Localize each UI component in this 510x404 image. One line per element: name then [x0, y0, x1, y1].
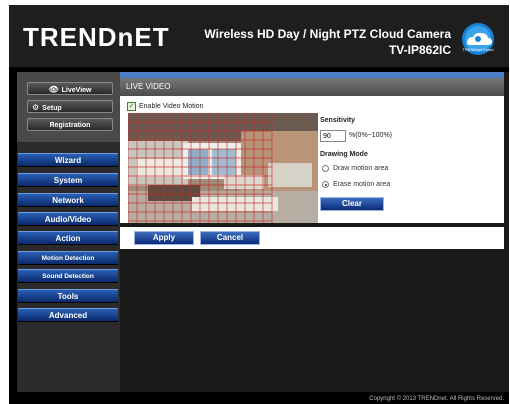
model-number: TV-IP862IC [388, 43, 451, 57]
sidebar-item-sound-detection[interactable]: Sound Detection [18, 269, 118, 283]
registration-button[interactable]: Registration [27, 118, 113, 131]
cancel-button[interactable]: Cancel [200, 231, 260, 245]
eye-icon: 👁 [48, 85, 59, 94]
sidebar-top-group: 👁 LiveView ⚙ Setup Registration [17, 72, 120, 142]
enable-motion-checkbox[interactable]: ✓ [127, 102, 136, 111]
sidebar-item-system[interactable]: System [18, 173, 118, 187]
sidebar-item-audio-video[interactable]: Audio/Video [18, 212, 118, 226]
panel-title: LIVE VIDEO [120, 78, 504, 96]
gear-icon: ⚙ [32, 103, 40, 112]
liveview-button[interactable]: 👁 LiveView [27, 82, 113, 95]
trendnet-logo: TRENDnET [23, 22, 170, 52]
setup-label: Setup [42, 105, 62, 112]
draw-area-radio[interactable] [322, 165, 329, 172]
header: TRENDnET Wireless HD Day / Night PTZ Clo… [9, 5, 509, 67]
cloud-badge-text: TRENDnet Cloud [463, 47, 494, 52]
enable-motion-row[interactable]: ✓ Enable Video Motion [127, 102, 203, 111]
sidebar-item-network[interactable]: Network [18, 193, 118, 207]
product-title: Wireless HD Day / Night PTZ Cloud Camera [204, 27, 451, 41]
enable-motion-label: Enable Video Motion [139, 103, 204, 110]
sensitivity-input[interactable]: 90 [320, 130, 346, 142]
live-video-panel: LIVE VIDEO ✓ Enable Video Motion Sensiti… [120, 78, 504, 223]
draw-area-label: Draw motion area [333, 165, 389, 172]
registration-label: Registration [49, 122, 91, 129]
action-bar: Apply Cancel [120, 227, 504, 249]
sidebar-item-tools[interactable]: Tools [18, 289, 118, 303]
setup-button[interactable]: ⚙ Setup [27, 100, 113, 113]
sensitivity-label: Sensitivity [320, 117, 356, 124]
liveview-label: LiveView [61, 87, 92, 94]
erase-area-label: Erase motion area [333, 181, 391, 188]
apply-button[interactable]: Apply [134, 231, 194, 245]
sensitivity-range-label: %(0%~100%) [349, 132, 392, 139]
sidebar-item-action[interactable]: Action [18, 231, 118, 245]
cloud-badge-icon: TRENDnet Cloud [453, 22, 503, 56]
erase-area-option[interactable]: Erase motion area [322, 181, 390, 188]
copyright-text: Copyright © 2013 TRENDnet. All Rights Re… [369, 396, 504, 402]
erase-area-radio[interactable] [322, 181, 329, 188]
drawing-mode-label: Drawing Mode [320, 151, 368, 158]
draw-area-option[interactable]: Draw motion area [322, 165, 388, 172]
sidebar-item-wizard[interactable]: Wizard [18, 153, 118, 167]
camera-video-feed[interactable] [128, 113, 318, 223]
clear-button[interactable]: Clear [320, 197, 384, 211]
sidebar-item-advanced[interactable]: Advanced [18, 308, 118, 322]
sidebar-item-motion-detection[interactable]: Motion Detection [18, 251, 118, 265]
